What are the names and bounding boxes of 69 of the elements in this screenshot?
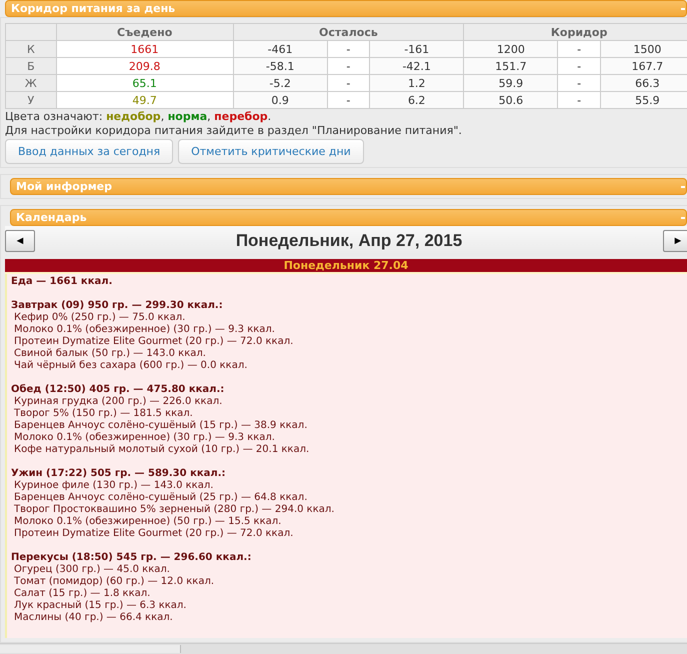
action-button[interactable]: Отметить критические дни [178, 139, 364, 164]
table-cell: 209.8 [56, 58, 234, 74]
table-cell: -161 [370, 40, 464, 58]
panel-title: Календарь [16, 211, 87, 224]
food-item: Баренцев Анчоус солёно-сушёный (15 гр.) — 38.9 ккал. [13, 420, 308, 432]
food-item: Протеин Dymatize Elite Gourmet (20 гр.) — 72.0 ккал. [13, 528, 294, 540]
table-cell: 151.7 [464, 58, 558, 74]
table-cell: - [558, 74, 600, 92]
food-item: Лук красный (15 гр.) — 6.3 ккал. [13, 600, 188, 612]
table-cell: 66.3 [600, 74, 687, 92]
food-item: Кофе натуральный молотый сухой (10 гр.) — 20.1 ккал. [13, 444, 310, 456]
table-cell: 6.2 [370, 92, 464, 108]
meal-title: Ужин (17:22) 505 гр. — 589.30 ккал.: [11, 468, 227, 480]
next-day-button[interactable]: ► [662, 230, 687, 252]
food-item: Молоко 0.1% (обезжиренное) (30 гр.) — 9.3 ккал. [13, 324, 276, 336]
food-item: Творог Простоквашино 5% зерненый (280 гр.) — 294.0 ккал. [13, 504, 336, 516]
action-button[interactable]: Ввод данных за сегодня [5, 139, 174, 164]
table-cell: - [558, 58, 600, 74]
meal-title: Завтрак (09) 950 гр. — 299.30 ккал.: [11, 300, 224, 312]
panel-title: Мой информер [16, 180, 112, 193]
row-label: Ж [6, 74, 56, 92]
table-cell: 50.6 [464, 92, 558, 108]
table-cell: -461 [233, 40, 328, 58]
column-header: Коридор [464, 24, 687, 40]
table-cell: 55.9 [600, 92, 687, 108]
hint-text: Для настройки коридора питания зайдите в раздел "Планирование питания". [5, 124, 463, 137]
table-cell: 59.9 [464, 74, 558, 92]
day-header: Понедельник 27.04 [5, 259, 687, 274]
table-cell: -5.2 [233, 74, 328, 92]
table-cell: 65.1 [56, 74, 234, 92]
table-cell: 49.7 [56, 92, 234, 108]
food-item: Томат (помидор) (60 гр.) — 12.0 ккал. [13, 576, 216, 588]
food-item: Протеин Dymatize Elite Gourmet (20 гр.) — 72.0 ккал. [13, 336, 294, 348]
table-cell: 0.9 [233, 92, 328, 108]
row-label: У [6, 92, 56, 108]
row-label: К [6, 40, 56, 58]
food-item: Чай чёрный без сахара (600 гр.) — 0.0 ккал. [13, 360, 248, 372]
food-item: Молоко 0.1% (обезжиренное) (30 гр.) — 9.3 ккал. [13, 432, 276, 444]
food-total: Еда — 1661 ккал. [11, 276, 114, 288]
table-cell: - [558, 40, 600, 58]
table-cell: -58.1 [233, 58, 328, 74]
table-cell: - [558, 92, 600, 108]
table-cell: 1.2 [370, 74, 464, 92]
table-cell: 1500 [600, 40, 687, 58]
food-item: Молоко 0.1% (обезжиренное) (50 гр.) — 15.5 ккал. [13, 516, 282, 528]
food-item: Свиной балык (50 гр.) — 143.0 ккал. [13, 348, 207, 360]
food-item: Кефир 0% (250 гр.) — 75.0 ккал. [13, 312, 186, 324]
table-cell: 1661 [56, 40, 234, 58]
food-item: Огурец (300 гр.) — 45.0 ккал. [13, 564, 171, 576]
food-item: Куриное филе (130 гр.) — 143.0 ккал. [13, 480, 214, 492]
previous-day-button[interactable]: ◄ [5, 230, 35, 252]
food-item: Баренцев Анчоус солёно-сушёный (25 гр.) — 64.8 ккал. [13, 492, 308, 504]
food-item: Творог 5% (150 гр.) — 181.5 ккал. [13, 408, 194, 420]
food-item: Салат (15 гр.) — 1.8 ккал. [13, 588, 152, 600]
table-cell: 167.7 [600, 58, 687, 74]
calendar-date: Понедельник, Апр 27, 2015 [236, 231, 462, 251]
food-item: Маслины (40 гр.) — 66.4 ккал. [13, 612, 174, 624]
table-cell: 1200 [464, 40, 558, 58]
row-label: Б [6, 58, 56, 74]
meal-title: Обед (12:50) 405 гр. — 475.80 ккал.: [11, 384, 226, 396]
column-header: Осталось [233, 24, 464, 40]
table-cell: -42.1 [370, 58, 464, 74]
table-header [6, 24, 56, 40]
panel-title: Коридор питания за день [11, 2, 176, 15]
column-header: Съедено [56, 24, 234, 40]
scrollbar[interactable] [0, 645, 181, 653]
meal-title: Перекусы (18:50) 545 гр. — 296.60 ккал.: [11, 552, 252, 564]
color-legend: Цвета означают: недобор, норма, перебор. [5, 110, 687, 123]
food-item: Куриная грудка (200 гр.) — 226.0 ккал. [13, 396, 224, 408]
